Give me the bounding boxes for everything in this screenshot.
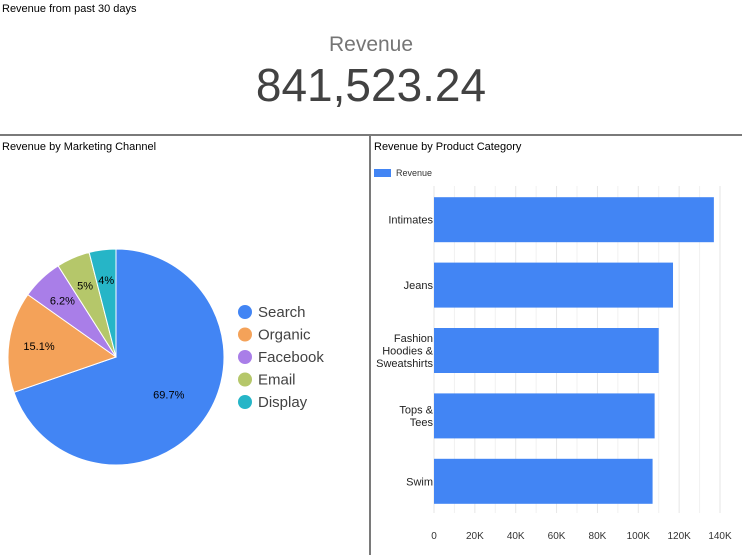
pie-slice-label-organic: 15.1%: [23, 341, 54, 353]
marketing-channel-panel: Revenue by Marketing Channel 69.7% 15.1% 6…: [0, 136, 370, 555]
category-label-tops-tees: Tops & Tees: [399, 405, 433, 430]
legend-label-organic: Organic: [258, 327, 311, 344]
pie-chart: 69.7% 15.1% 6.2%5% 4% Search Organic Facebook E…: [7, 248, 324, 466]
legend-label-email: Email: [258, 372, 296, 389]
pie-slice-label-facebook: 6.2%: [50, 296, 75, 308]
bar-legend-label: Revenue: [396, 168, 432, 178]
legend-marker-organic: [238, 327, 252, 342]
kpi-panel: Revenue from past 30 days Revenue 841,52…: [0, 0, 742, 135]
legend-marker-display: [238, 395, 252, 409]
category-label-swim: Swim: [406, 476, 433, 488]
x-tick-label: 0: [431, 531, 437, 542]
category-label-intimates: Intimates: [388, 215, 433, 227]
x-tick-label: 80K: [589, 531, 607, 542]
pie-slice-label-email: 5%: [77, 281, 93, 293]
bar-chart: Revenue 0 20K 40K 60K 80K 100K 120K 140K Intimate…: [374, 168, 732, 542]
kpi-value: 841,523.24: [255, 59, 487, 111]
pie-slice-label-search: 69.7%: [153, 390, 184, 402]
x-tick-label: 20K: [466, 531, 484, 542]
kpi-label: Revenue: [328, 33, 414, 56]
bar-swim: [434, 458, 653, 504]
kpi-panel-title: Revenue from past 30 days: [2, 3, 137, 15]
legend-label-display: Display: [258, 394, 308, 411]
legend-marker-search: [238, 305, 252, 319]
product-category-panel: Revenue by Product Category Revenue 0 20K 4…: [372, 136, 742, 555]
bar-jeans: [434, 262, 674, 308]
category-label-fashion-hoodies-sweatshirts: Fashion Hoodies & Sweatshirts: [376, 333, 434, 370]
pie-slice-label-display: 4%: [98, 275, 114, 287]
x-tick-label: 120K: [667, 531, 691, 542]
bar-fashion-hoodies-sweatshirts: [434, 328, 659, 373]
x-tick-label: 60K: [548, 531, 566, 542]
legend-marker-facebook: [238, 350, 252, 364]
bar-tops-tees: [434, 393, 655, 439]
legend-label-search: Search: [258, 304, 306, 321]
legend-label-facebook: Facebook: [258, 349, 324, 366]
category-label-jeans: Jeans: [404, 280, 434, 292]
bar-legend-marker: [374, 169, 391, 177]
bar-intimates: [434, 197, 714, 243]
x-tick-label: 140K: [708, 531, 732, 542]
x-tick-label: 100K: [627, 531, 651, 542]
legend-marker-email: [238, 372, 252, 387]
x-tick-label: 40K: [507, 531, 525, 542]
